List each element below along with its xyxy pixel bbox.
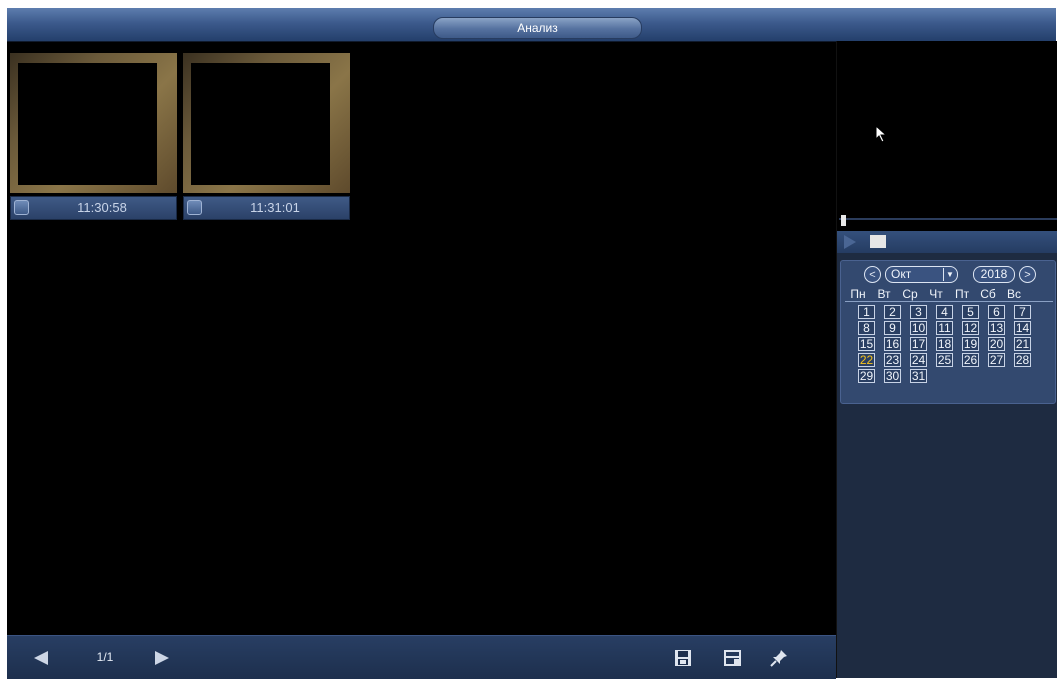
calendar-day[interactable]: 20 — [988, 337, 1005, 351]
thumbnail-caption-bar: 11:30:58 — [10, 196, 177, 220]
calendar-day[interactable]: 27 — [988, 353, 1005, 367]
pin-icon[interactable] — [769, 648, 789, 668]
mouse-cursor-icon — [875, 124, 889, 148]
calendar-day[interactable]: 17 — [910, 337, 927, 351]
next-page-icon[interactable] — [155, 651, 169, 665]
calendar-day[interactable]: 1 — [858, 305, 875, 319]
title-bar: Анализ — [7, 8, 1056, 42]
playback-progress-handle[interactable] — [841, 215, 846, 226]
calendar-day[interactable]: 30 — [884, 369, 901, 383]
weekday-label: Вс — [1006, 287, 1021, 301]
calendar-day[interactable]: 5 — [962, 305, 979, 319]
weekday-header: Пн Вт Ср Чт Пт Сб Вс — [845, 287, 1053, 302]
month-select[interactable]: Окт ▼ — [885, 266, 958, 283]
page-counter: 1/1 — [96, 650, 114, 664]
calendar-day[interactable]: 12 — [962, 321, 979, 335]
calendar-next-month-button[interactable]: > — [1019, 266, 1036, 283]
calendar-day[interactable]: 28 — [1014, 353, 1031, 367]
playback-side-panel: < Окт ▼ 2018 > Пн Вт Ср Чт Пт Сб Вс 1234… — [836, 41, 1057, 678]
calendar-day[interactable]: 10 — [910, 321, 927, 335]
year-select[interactable]: 2018 — [973, 266, 1015, 283]
thumbnail-checkbox[interactable] — [14, 200, 29, 215]
stop-icon[interactable] — [870, 235, 886, 248]
calendar-day[interactable]: 23 — [884, 353, 901, 367]
calendar-day[interactable]: 13 — [988, 321, 1005, 335]
calendar-day[interactable]: 26 — [962, 353, 979, 367]
calendar-day[interactable]: 14 — [1014, 321, 1031, 335]
calendar-day[interactable]: 7 — [1014, 305, 1031, 319]
calendar-day[interactable]: 16 — [884, 337, 901, 351]
prev-page-icon[interactable] — [34, 651, 48, 665]
preview-area — [837, 41, 1057, 231]
weekday-label: Сб — [980, 287, 996, 301]
calendar-day[interactable]: 4 — [936, 305, 953, 319]
calendar-day[interactable]: 15 — [858, 337, 875, 351]
weekday-label: Чт — [929, 287, 943, 301]
weekday-label: Ср — [902, 287, 918, 301]
calendar-day[interactable]: 3 — [910, 305, 927, 319]
calendar-day[interactable]: 25 — [936, 353, 953, 367]
calendar-day[interactable]: 21 — [1014, 337, 1031, 351]
playback-progress-track[interactable] — [839, 218, 1057, 220]
calendar-day[interactable]: 22 — [858, 353, 875, 367]
month-label: Окт — [891, 267, 912, 281]
calendar-prev-month-button[interactable]: < — [864, 266, 881, 283]
save-icon[interactable] — [673, 648, 693, 668]
calendar-day[interactable]: 2 — [884, 305, 901, 319]
calendar: < Окт ▼ 2018 > Пн Вт Ср Чт Пт Сб Вс 1234… — [840, 260, 1056, 404]
thumbnail-image[interactable] — [10, 53, 177, 193]
calendar-day[interactable]: 19 — [962, 337, 979, 351]
calendar-day[interactable]: 8 — [858, 321, 875, 335]
weekday-label: Пн — [850, 287, 866, 301]
bottom-toolbar: 1/1 — [7, 635, 836, 679]
calendar-day[interactable]: 11 — [936, 321, 953, 335]
chevron-down-icon[interactable]: ▼ — [943, 268, 956, 281]
thumbnail-item[interactable]: 11:31:01 — [183, 53, 350, 221]
calendar-day[interactable]: 31 — [910, 369, 927, 383]
playback-controls — [837, 231, 1057, 253]
window-title: Анализ — [433, 17, 642, 39]
thumbnail-checkbox[interactable] — [187, 200, 202, 215]
thumbnail-time: 11:30:58 — [77, 200, 127, 215]
analysis-screen: Анализ 11:30:58 11:31:01 1/1 < Окт ▼ 201… — [7, 8, 1057, 679]
save-file-icon[interactable] — [723, 648, 743, 668]
play-icon[interactable] — [844, 235, 856, 249]
calendar-day[interactable]: 24 — [910, 353, 927, 367]
weekday-label: Пт — [954, 287, 970, 301]
thumbnail-caption-bar: 11:31:01 — [183, 196, 350, 220]
calendar-day[interactable]: 18 — [936, 337, 953, 351]
thumbnail-time: 11:31:01 — [250, 200, 300, 215]
calendar-day[interactable]: 9 — [884, 321, 901, 335]
thumbnail-item[interactable]: 11:30:58 — [10, 53, 177, 221]
thumbnail-image[interactable] — [183, 53, 350, 193]
weekday-label: Вт — [877, 287, 891, 301]
calendar-day[interactable]: 6 — [988, 305, 1005, 319]
calendar-day[interactable]: 29 — [858, 369, 875, 383]
